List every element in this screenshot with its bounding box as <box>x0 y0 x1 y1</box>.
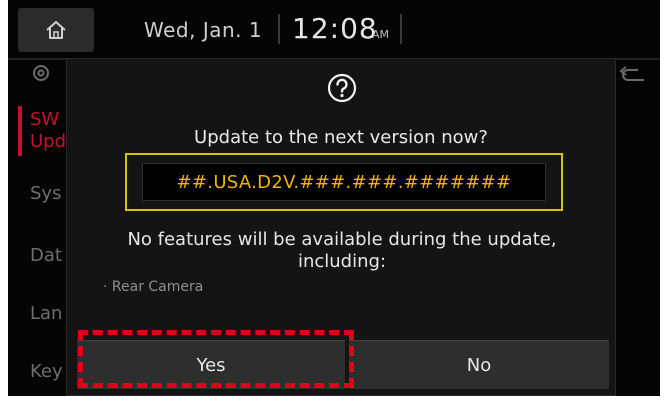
feature-list-item: · Rear Camera <box>103 279 204 295</box>
sidebar-item-data[interactable]: Dat <box>30 246 62 266</box>
no-button-label: No <box>466 354 492 376</box>
notice-line-2: including: <box>297 251 387 272</box>
sidebar-item-keyboard[interactable]: Key <box>30 362 63 382</box>
head-unit-screen: Wed, Jan. 1 12:08 AM SW Upd Sys Dat Lan … <box>8 0 660 396</box>
status-divider <box>278 14 280 44</box>
home-button[interactable] <box>18 8 94 52</box>
question-icon <box>327 73 357 103</box>
sidebar-item-language[interactable]: Lan <box>30 304 62 324</box>
back-arrow-icon <box>619 66 644 81</box>
version-text: ##.USA.D2V.###.###.####### <box>176 171 512 193</box>
no-button[interactable]: No <box>349 340 609 389</box>
status-divider <box>400 14 402 44</box>
sidebar-item-sw[interactable]: SW <box>30 110 59 130</box>
dialog-question: Update to the next version now? <box>194 127 488 148</box>
status-time: 12:08 <box>292 12 378 45</box>
status-date: Wed, Jan. 1 <box>144 18 263 42</box>
gear-icon <box>33 65 49 81</box>
status-ampm: AM <box>372 28 390 41</box>
sidebar-item-update[interactable]: Upd <box>30 132 66 152</box>
yes-button-highlight <box>78 330 354 388</box>
version-highlight-box: ##.USA.D2V.###.###.####### <box>125 153 563 211</box>
dialog-notice: No features will be available during the… <box>77 229 607 273</box>
notice-line-1: No features will be available during the… <box>127 229 557 250</box>
sidebar-active-indicator <box>18 106 22 156</box>
sidebar-item-system[interactable]: Sys <box>30 184 61 204</box>
version-field: ##.USA.D2V.###.###.####### <box>142 163 546 201</box>
home-icon <box>46 21 66 39</box>
